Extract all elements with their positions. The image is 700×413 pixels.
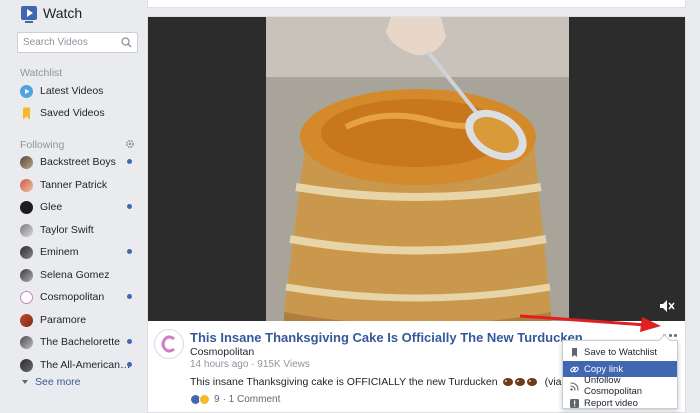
video-player[interactable] <box>148 17 685 321</box>
chevron-down-icon <box>22 380 28 384</box>
bookmark-icon <box>572 347 577 357</box>
sidebar-item-taylor-swift[interactable]: Taylor Swift <box>20 221 138 239</box>
avatar <box>20 335 33 349</box>
sidebar-item-label: Backstreet Boys <box>40 156 116 168</box>
avatar <box>20 178 33 192</box>
new-indicator-dot <box>127 362 132 367</box>
cosmopolitan-logo-icon <box>161 335 175 353</box>
new-indicator-dot <box>127 294 132 299</box>
sidebar-item-paramore[interactable]: Paramore <box>20 311 138 329</box>
sidebar-item-label: The All-American R… <box>40 359 132 371</box>
new-indicator-dot <box>127 339 132 344</box>
watch-header[interactable]: Watch <box>21 4 83 23</box>
previous-post-card <box>147 0 686 8</box>
search-icon[interactable] <box>121 37 132 48</box>
sidebar-item-latest-videos[interactable]: Latest Videos <box>20 82 138 100</box>
avatar <box>20 200 33 214</box>
avatar <box>20 313 33 327</box>
sidebar-item-label: Cosmopolitan <box>40 291 105 303</box>
menu-item-label: Unfollow Cosmopolitan <box>584 375 643 397</box>
sidebar-item-tanner-patrick[interactable]: Tanner Patrick <box>20 176 138 194</box>
sidebar-item-the-all-american[interactable]: The All-American R… <box>20 356 138 374</box>
avatar <box>20 268 33 282</box>
new-indicator-dot <box>127 204 132 209</box>
menu-item-label: Save to Watchlist <box>584 346 658 358</box>
new-indicator-dot <box>127 249 132 254</box>
link-icon <box>570 366 579 372</box>
avatar <box>20 223 33 237</box>
menu-item-report-video[interactable]: Report video <box>563 395 677 411</box>
sidebar-item-the-bachelorette[interactable]: The Bachelorette <box>20 333 138 351</box>
sidebar-item-label: Taylor Swift <box>40 224 94 236</box>
see-more-label: See more <box>35 376 81 388</box>
sidebar-item-label: Eminem <box>40 246 79 258</box>
gear-icon[interactable] <box>125 139 135 149</box>
red-arrow-annotation <box>519 314 661 332</box>
avatar <box>20 245 33 259</box>
sidebar-item-label: Paramore <box>40 314 87 326</box>
publisher-avatar[interactable] <box>154 329 184 359</box>
avatar <box>20 290 33 304</box>
sidebar-item-saved-videos[interactable]: Saved Videos <box>20 104 138 122</box>
rss-icon <box>570 381 579 391</box>
sidebar-item-selena-gomez[interactable]: Selena Gomez <box>20 266 138 284</box>
post-description-text: This insane Thanksgiving cake is OFFICIA… <box>190 376 498 388</box>
post-meta: 14 hours ago · 915K Views <box>190 359 310 370</box>
menu-item-label: Copy link <box>584 363 624 375</box>
sidebar-item-glee[interactable]: Glee <box>20 198 138 216</box>
reaction-count: 9 <box>214 394 220 405</box>
search-input[interactable] <box>18 33 114 52</box>
search-box <box>17 32 138 53</box>
sidebar-item-backstreet-boys[interactable]: Backstreet Boys <box>20 153 138 171</box>
sidebar-item-label: Tanner Patrick <box>40 179 108 191</box>
post-publisher[interactable]: Cosmopolitan <box>190 346 254 358</box>
sidebar-item-label: The Bachelorette <box>40 336 120 348</box>
watch-title: Watch <box>43 5 83 21</box>
muted-speaker-icon[interactable] <box>659 299 675 313</box>
reactions-bar[interactable]: 9 · 1 Comment <box>190 394 280 405</box>
comment-count[interactable]: · 1 Comment <box>223 394 281 405</box>
avatar <box>20 358 33 372</box>
see-more-link[interactable]: See more <box>22 376 81 388</box>
sidebar: Watch Watchlist Latest Videos Saved Vide… <box>0 0 146 413</box>
menu-item-save-to-watchlist[interactable]: Save to Watchlist <box>563 344 677 360</box>
post-options-menu: Save to Watchlist Copy link Unfollow Cos… <box>562 340 678 409</box>
sidebar-item-eminem[interactable]: Eminem <box>20 243 138 261</box>
following-label: Following <box>20 139 65 151</box>
watch-tv-icon <box>21 6 37 23</box>
video-frame <box>266 17 569 321</box>
bookmark-icon <box>23 107 30 119</box>
flag-icon <box>570 398 579 408</box>
sidebar-item-cosmopolitan[interactable]: Cosmopolitan <box>20 288 138 306</box>
sidebar-item-label: Latest Videos <box>40 85 104 97</box>
post-description: This insane Thanksgiving cake is OFFICIA… <box>190 376 597 388</box>
menu-item-unfollow[interactable]: Unfollow Cosmopolitan <box>563 375 677 397</box>
haha-reaction-icon <box>199 394 210 405</box>
sidebar-item-label: Selena Gomez <box>40 269 110 281</box>
play-circle-icon <box>20 84 33 98</box>
cake-video-image <box>266 17 569 321</box>
watchlist-label: Watchlist <box>20 67 63 79</box>
menu-item-label: Report video <box>584 397 638 409</box>
sidebar-item-label: Saved Videos <box>40 107 105 119</box>
avatar <box>20 155 33 169</box>
sidebar-item-label: Glee <box>40 201 63 213</box>
new-indicator-dot <box>127 159 132 164</box>
turkey-emoji-icons <box>501 378 537 386</box>
